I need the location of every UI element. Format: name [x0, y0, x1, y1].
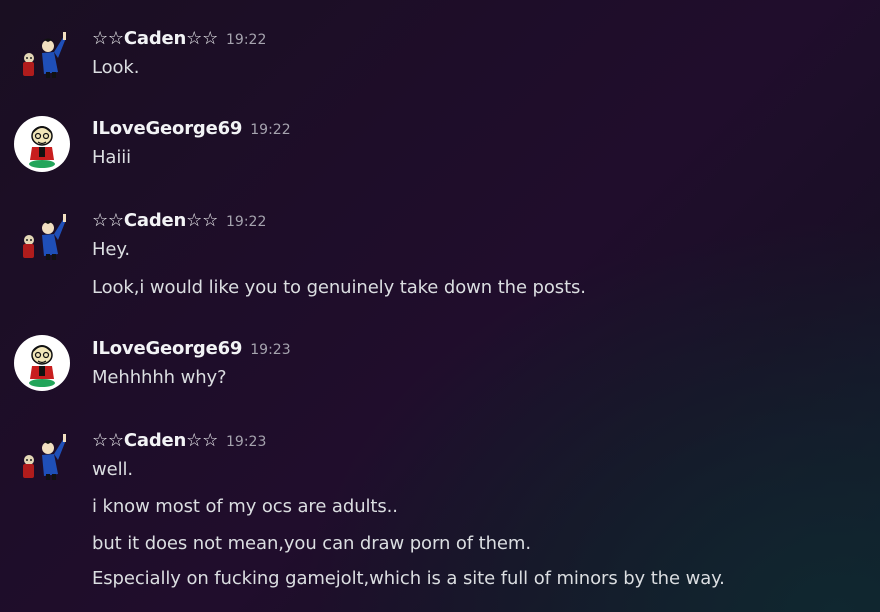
message-text: Mehhhhh why? [92, 367, 227, 388]
message-header: ☆☆Caden☆☆ 19:22 [92, 210, 266, 234]
timestamp[interactable]: 19:22 [226, 32, 266, 48]
caden-avatar-icon[interactable] [14, 210, 70, 266]
caden-avatar-icon[interactable] [14, 430, 70, 486]
timestamp[interactable]: 19:22 [226, 214, 266, 230]
username[interactable]: ☆☆Caden☆☆ [92, 210, 218, 231]
message-group: ☆☆Caden☆☆ 19:22 Look. [0, 28, 880, 88]
caden-figure-left [23, 53, 34, 76]
chat-message-list: ☆☆Caden☆☆ 19:22 Look. ILoveGeorge69 19:2… [0, 0, 880, 612]
ilovegeorge-avatar-icon[interactable] [14, 335, 70, 391]
message-header: ILoveGeorge69 19:23 [92, 338, 291, 362]
message-group: ☆☆Caden☆☆ 19:22 Hey. Look,i would like yo… [0, 210, 880, 302]
message-group: ☆☆Caden☆☆ 19:23 well. i know most of my o… [0, 430, 880, 600]
message-text: well. [92, 459, 134, 480]
username[interactable]: ☆☆Caden☆☆ [92, 430, 218, 451]
caden-avatar-icon[interactable] [14, 28, 70, 84]
username[interactable]: ILoveGeorge69 [92, 338, 242, 359]
timestamp[interactable]: 19:23 [226, 434, 266, 450]
message-group: ILoveGeorge69 19:23 Mehhhhh why? [0, 335, 880, 398]
message-text: Hey. [92, 239, 131, 260]
message-text: Haiii [92, 147, 132, 168]
message-text: i know most of my ocs are adults.. [92, 496, 398, 517]
message-text: Look. [92, 57, 140, 78]
message-text: Especially on fucking gamejolt,which is … [92, 568, 725, 589]
message-header: ☆☆Caden☆☆ 19:22 [92, 28, 266, 52]
caden-figure-right [41, 32, 66, 78]
george-figure [29, 126, 55, 168]
message-header: ILoveGeorge69 19:22 [92, 118, 291, 142]
message-group: ILoveGeorge69 19:22 Haiii [0, 116, 880, 178]
message-header: ☆☆Caden☆☆ 19:23 [92, 430, 266, 454]
message-text: but it does not mean,you can draw porn o… [92, 533, 531, 554]
timestamp[interactable]: 19:23 [250, 342, 290, 358]
message-text: Look,i would like you to genuinely take … [92, 277, 586, 298]
username[interactable]: ILoveGeorge69 [92, 118, 242, 139]
timestamp[interactable]: 19:22 [250, 122, 290, 138]
username[interactable]: ☆☆Caden☆☆ [92, 28, 218, 49]
ilovegeorge-avatar-icon[interactable] [14, 116, 70, 172]
